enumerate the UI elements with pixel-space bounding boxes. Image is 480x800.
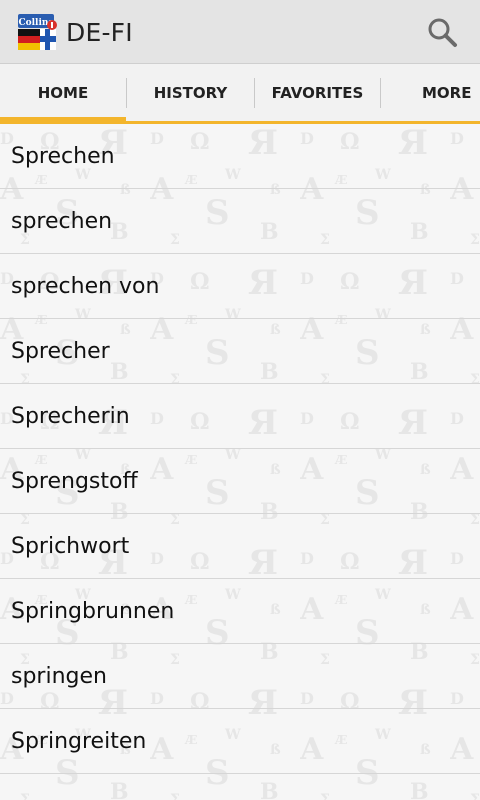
tab-history[interactable]: HISTORY [127, 64, 254, 121]
list-item[interactable]: Sprechen [0, 124, 480, 189]
list-item[interactable]: Sprecherin [0, 384, 480, 449]
tab-favorites[interactable]: FAVORITES [255, 64, 380, 121]
list-item-label: Sprichwort [11, 534, 130, 559]
action-bar: Collins DE-FI [0, 0, 480, 64]
tab-history-label: HISTORY [153, 83, 228, 102]
tab-home[interactable]: HOME [0, 64, 126, 121]
list-item[interactable]: Springbrunnen [0, 579, 480, 644]
search-icon [428, 18, 457, 47]
list-item-label: sprechen von [11, 274, 160, 299]
list-item[interactable]: sprechen von [0, 254, 480, 319]
app-title: DE-FI [66, 18, 133, 47]
tab-bar: HOME HISTORY FAVORITES MORE [0, 64, 480, 124]
list-item-label: sprechen [11, 209, 113, 234]
list-item-label: Sprecher [11, 339, 110, 364]
list-item-label: Sprengstoff [11, 469, 138, 494]
tab-more-label: MORE [422, 83, 472, 102]
list-item[interactable]: Sprengstoff [0, 449, 480, 514]
tab-home-label: HOME [37, 83, 89, 102]
list-item-label: Sprechen [11, 144, 115, 169]
active-tab-indicator [0, 117, 126, 121]
list-item-label: springen [11, 664, 107, 689]
tab-more[interactable]: MORE [381, 64, 480, 121]
list-item[interactable]: sprechen [0, 189, 480, 254]
tab-favorites-label: FAVORITES [271, 83, 364, 102]
list-item[interactable]: springen [0, 644, 480, 709]
collins-app-icon[interactable]: Collins [18, 14, 58, 52]
list-item-label: Springbrunnen [11, 599, 175, 624]
list-item[interactable]: Sprichwort [0, 514, 480, 579]
list-item-label: Springreiten [11, 729, 147, 754]
word-list[interactable]: A Ω Я S B Σ W ß Æ D Sprechen sprechen sp… [0, 124, 480, 800]
list-item-label: Sprecherin [11, 404, 130, 429]
search-button[interactable] [420, 12, 464, 52]
list-item[interactable]: Sprecher [0, 319, 480, 384]
list-item[interactable]: Springreiten [0, 709, 480, 774]
